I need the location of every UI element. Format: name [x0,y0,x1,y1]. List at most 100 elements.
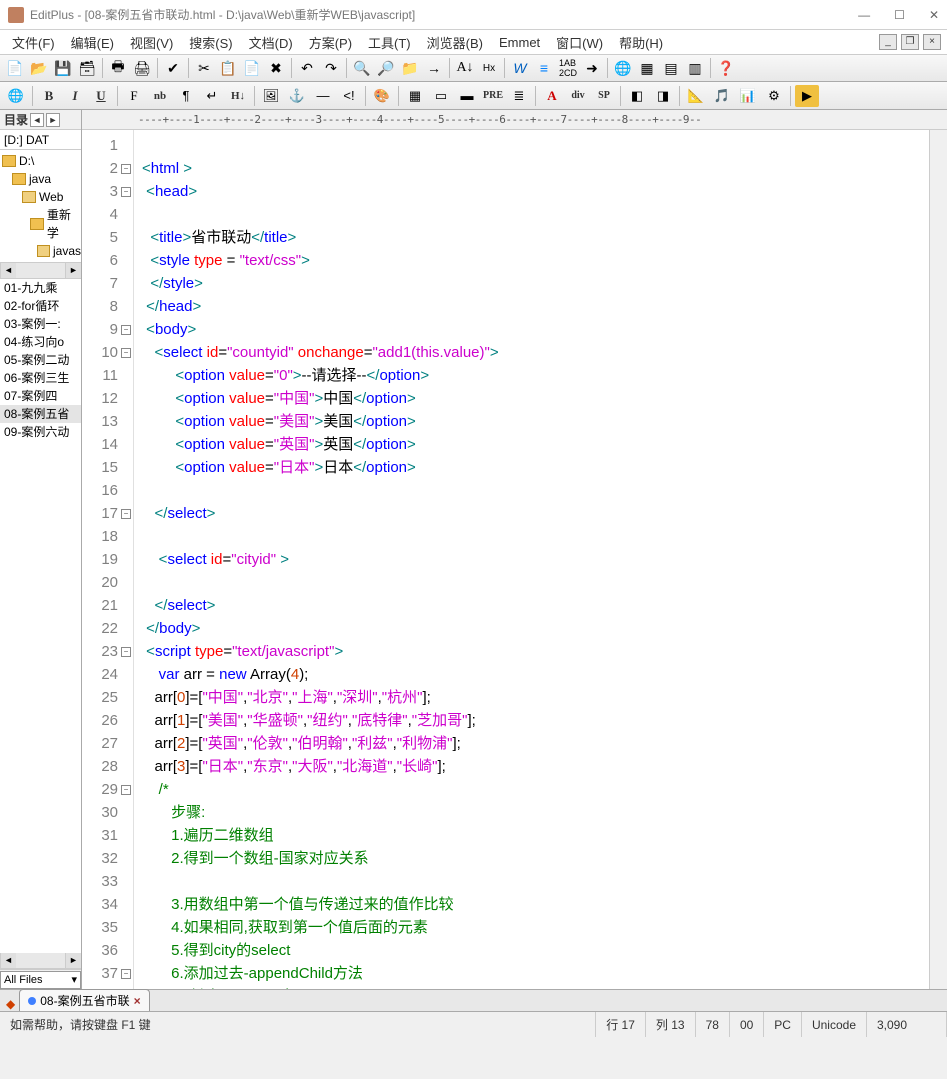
minimize-button[interactable]: — [858,8,870,22]
paste-icon[interactable]: 📄 [241,57,263,79]
find-icon[interactable]: 🔍 [351,57,373,79]
menu-item[interactable]: 搜索(S) [183,31,238,54]
file-item[interactable]: 03-案例一: [0,315,81,333]
view2-icon[interactable]: ▤ [660,57,682,79]
image-button[interactable]: 🖼 [259,85,283,107]
undo-icon[interactable]: ↶ [296,57,318,79]
hr-button[interactable]: — [311,85,335,107]
br-button[interactable]: ↵ [200,85,224,107]
bold-button[interactable]: B [37,85,61,107]
find-files-icon[interactable]: 📁 [399,57,421,79]
tree-scrollbar[interactable]: ◄► [0,263,81,279]
drive-selector[interactable]: [D:] DAT [0,130,81,150]
menu-item[interactable]: 视图(V) [124,31,179,54]
open-file-icon[interactable]: 📂 [28,57,50,79]
mdi-close-button[interactable]: × [923,34,941,50]
menu-item[interactable]: 文件(F) [6,31,61,54]
spellcheck-icon[interactable]: ✔ [162,57,184,79]
js-button[interactable]: ◨ [651,85,675,107]
goto-icon[interactable]: → [423,57,445,79]
view1-icon[interactable]: ▦ [636,57,658,79]
file-item[interactable]: 04-练习向o [0,333,81,351]
tab-current[interactable]: 08-案例五省市联 × [19,989,149,1011]
file-filter[interactable]: All Files▾ [0,971,81,989]
tool4-icon[interactable]: ⚙ [762,85,786,107]
tree-node[interactable]: D:\ [0,152,81,170]
browser-preview-icon[interactable]: 🌐 [4,85,28,107]
menu-item[interactable]: 编辑(E) [65,31,120,54]
new-file-icon[interactable]: 📄 [4,57,26,79]
list-button[interactable]: ≣ [507,85,531,107]
tab-close-icon[interactable]: × [134,994,141,1008]
code-area[interactable]: <html > <head> <title>省市联动</title> <styl… [134,130,929,989]
dir-right-button[interactable]: ► [46,113,60,127]
folder-tree[interactable]: D:\javaWeb重新学javas [0,150,81,263]
linenum-icon[interactable]: ≡ [533,57,555,79]
browser-icon[interactable]: 🌐 [612,57,634,79]
file-item[interactable]: 01-九九乘 [0,279,81,297]
print-icon[interactable]: 🖶 [107,57,129,79]
file-item[interactable]: 06-案例三生 [0,369,81,387]
save-all-icon[interactable]: 🗃 [76,57,98,79]
file-list[interactable]: 01-九九乘02-for循环03-案例一:04-练习向o05-案例二动06-案例… [0,279,81,953]
div-button[interactable]: div [566,85,590,107]
form-button[interactable]: ▭ [429,85,453,107]
nb-button[interactable]: nb [148,85,172,107]
ruler-icon[interactable]: 1AB2CD [557,57,579,79]
pre-button[interactable]: PRE [481,85,505,107]
line-gutter[interactable]: 12−3−456789−10−11121314151617−1819202122… [82,130,134,989]
maximize-button[interactable]: ☐ [894,8,905,22]
mdi-restore-button[interactable]: ❐ [901,34,919,50]
color-button[interactable]: 🎨 [370,85,394,107]
copy-icon[interactable]: 📋 [217,57,239,79]
css-button[interactable]: ◧ [625,85,649,107]
close-button[interactable]: ✕ [929,8,939,22]
mdi-min-button[interactable]: _ [879,34,897,50]
tool1-icon[interactable]: 📐 [684,85,708,107]
menu-item[interactable]: 文档(D) [243,31,299,54]
menu-item[interactable]: Emmet [493,33,546,52]
menu-item[interactable]: 帮助(H) [613,31,669,54]
file-item[interactable]: 07-案例四 [0,387,81,405]
anchor-button[interactable]: ⚓ [285,85,309,107]
table-button[interactable]: ▦ [403,85,427,107]
tree-node[interactable]: Web [0,188,81,206]
menu-item[interactable]: 浏览器(B) [421,31,489,54]
input-button[interactable]: ▬ [455,85,479,107]
italic-button[interactable]: I [63,85,87,107]
indent-icon[interactable]: ➜ [581,57,603,79]
delete-icon[interactable]: ✖ [265,57,287,79]
file-item[interactable]: 02-for循环 [0,297,81,315]
tool2-icon[interactable]: 🎵 [710,85,734,107]
replace-icon[interactable]: 🔎 [375,57,397,79]
hex-icon[interactable]: Hx [478,57,500,79]
comment-button[interactable]: <! [337,85,361,107]
file-scrollbar[interactable]: ◄► [0,953,81,969]
vertical-scrollbar[interactable] [929,130,947,989]
file-item[interactable]: 05-案例二动 [0,351,81,369]
dir-left-button[interactable]: ◄ [30,113,44,127]
tool3-icon[interactable]: 📊 [736,85,760,107]
tree-node[interactable]: java [0,170,81,188]
underline-button[interactable]: U [89,85,113,107]
menu-item[interactable]: 工具(T) [362,31,417,54]
redo-icon[interactable]: ↷ [320,57,342,79]
help-icon[interactable]: ❓ [715,57,737,79]
file-item[interactable]: 09-案例六动 [0,423,81,441]
menu-item[interactable]: 方案(P) [303,31,358,54]
toggle-a-icon[interactable]: A↓ [454,57,476,79]
save-icon[interactable]: 💾 [52,57,74,79]
font-button[interactable]: F [122,85,146,107]
wrap-icon[interactable]: W [509,57,531,79]
run-button[interactable]: ▶ [795,85,819,107]
sp-button[interactable]: SP [592,85,616,107]
tree-node[interactable]: 重新学 [0,206,81,242]
heading-button[interactable]: H↓ [226,85,250,107]
menu-item[interactable]: 窗口(W) [550,31,609,54]
cut-icon[interactable]: ✂ [193,57,215,79]
file-item[interactable]: 08-案例五省 [0,405,81,423]
a-button[interactable]: A [540,85,564,107]
para-button[interactable]: ¶ [174,85,198,107]
tree-node[interactable]: javas [0,242,81,260]
view3-icon[interactable]: ▥ [684,57,706,79]
